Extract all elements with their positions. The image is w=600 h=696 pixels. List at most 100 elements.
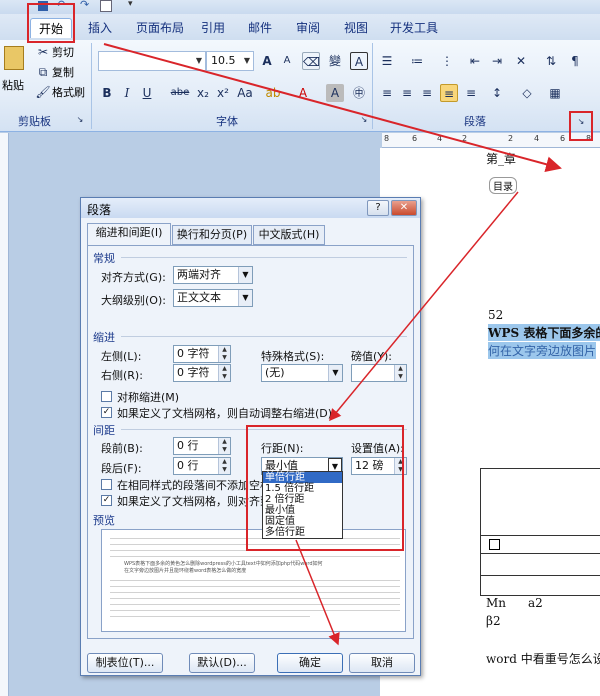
bold-icon[interactable]: B [98,84,116,102]
change-case-icon[interactable]: Aa [234,84,256,102]
alignment-value: 两端对齐 [177,268,221,281]
clipboard-launcher-icon[interactable]: ↘ [74,114,86,126]
left-indent-spinner[interactable]: 0 字符 ▲ ▼ [173,345,231,363]
left-indent-value: 0 字符 [177,347,210,360]
right-indent-label: 右侧(R): [101,369,143,382]
chinese-layout-icon[interactable]: ✕ [512,52,530,70]
font-name-combo[interactable]: ▼ [98,51,206,71]
multilevel-list-icon[interactable]: ⋮ [438,52,456,70]
justify-icon[interactable]: ≡ [440,84,458,102]
clear-format-icon[interactable]: ⌫ [302,52,320,70]
strikethrough-icon[interactable]: abe [168,84,192,102]
spinner-arrows-icon[interactable]: ▲ ▼ [218,458,230,474]
tabs-button[interactable]: 制表位(T)... [87,653,163,673]
format-painter-button[interactable]: 格式刷 [52,83,85,103]
redo-icon[interactable]: ↷ [80,0,89,11]
customize-qat-icon[interactable]: ▾ [128,0,133,9]
tab-page-layout[interactable]: 页面布局 [128,18,192,38]
ruler-tick: 4 [534,134,540,143]
shrink-font-icon[interactable]: A [278,52,296,70]
sort-icon[interactable]: ⇅ [542,52,560,70]
font-size-value: 10.5 [211,54,236,67]
enclose-characters-icon[interactable]: ㊥ [350,84,368,102]
numbering-icon[interactable]: ≔ [408,52,426,70]
left-indent-label: 左侧(L): [101,350,142,363]
indent-by-spinner[interactable]: ▲ ▼ [351,364,407,382]
auto-adjust-indent-checkbox[interactable]: ✓ [101,407,112,418]
snap-to-grid-checkbox[interactable]: ✓ [101,495,112,506]
alignment-select[interactable]: 两端对齐 ▼ [173,266,253,284]
cut-button[interactable]: 剪切 [52,43,74,63]
spinner-arrows-icon[interactable]: ▲ ▼ [218,365,230,381]
superscript-icon[interactable]: x² [214,84,232,102]
spinner-arrows-icon[interactable]: ▲ ▼ [218,438,230,454]
preview-line [110,586,400,587]
special-indent-select[interactable]: (无) ▼ [261,364,343,382]
doc-table-row-line [481,575,600,576]
space-before-spinner[interactable]: 0 行 ▲ ▼ [173,437,231,455]
bullets-icon[interactable]: ☰ [378,52,396,70]
tab-developer[interactable]: 开发工具 [382,18,446,38]
align-left-icon[interactable]: ≡ [378,84,396,102]
increase-indent-icon[interactable]: ⇥ [488,52,506,70]
doc-wps-line: WPS 表格下面多余的 [488,324,600,341]
right-indent-spinner[interactable]: 0 字符 ▲ ▼ [173,364,231,382]
align-right-icon[interactable]: ≡ [418,84,436,102]
tab-line-page-breaks[interactable]: 换行和分页(P) [172,225,252,245]
font-launcher-icon[interactable]: ↘ [358,114,370,126]
doc-toc-field[interactable]: 目录 [489,177,517,194]
space-before-value: 0 行 [177,439,199,452]
section-divider [121,257,407,258]
help-button[interactable]: ? [367,200,389,216]
italic-icon[interactable]: I [118,84,136,102]
cut-icon: ✂ [37,45,49,59]
character-border-icon[interactable]: A [350,52,368,70]
highlight-icon[interactable]: ab [264,84,282,102]
decrease-indent-icon[interactable]: ⇤ [466,52,484,70]
ruler-tick: 6 [412,134,418,143]
set-default-button[interactable]: 默认(D)... [189,653,255,673]
dialog-titlebar[interactable]: 段落 ? ✕ [81,198,420,218]
subscript-icon[interactable]: x₂ [194,84,212,102]
paste-button[interactable]: 粘贴 [2,76,24,96]
tab-insert[interactable]: 插入 [80,18,120,38]
doc-wps-line-2: 何在文字旁边放图片 [488,342,597,359]
borders-icon[interactable]: ▦ [546,84,564,102]
distributed-icon[interactable]: ≡ [462,84,480,102]
tab-asian-typography[interactable]: 中文版式(H) [253,225,325,245]
print-preview-icon[interactable] [100,0,112,12]
no-space-same-style-checkbox[interactable] [101,479,112,490]
tab-mailings[interactable]: 邮件 [240,18,280,38]
chevron-down-icon: ▼ [328,365,342,381]
font-size-combo[interactable]: 10.5 ▼ [206,51,254,71]
outline-level-select[interactable]: 正文文本 ▼ [173,289,253,307]
spinner-arrows-icon[interactable]: ▲ ▼ [218,346,230,362]
align-center-icon[interactable]: ≡ [398,84,416,102]
character-shading-icon[interactable]: A [326,84,344,102]
tab-references[interactable]: 引用 [193,18,233,38]
ruler-tick: 2 [508,134,514,143]
cancel-button[interactable]: 取消 [349,653,415,673]
shading-icon[interactable]: ◇ [518,84,536,102]
tab-indents-spacing[interactable]: 缩进和间距(I) [87,223,171,246]
font-color-icon[interactable]: A [294,84,312,102]
copy-button[interactable]: 复制 [52,63,74,83]
show-marks-icon[interactable]: ¶ [566,52,584,70]
auto-adjust-indent-label: 如果定义了文档网格，则自动调整右缩进(D) [117,407,333,420]
spinner-arrows-icon[interactable]: ▲ ▼ [394,365,406,381]
tab-view[interactable]: 视图 [336,18,376,38]
ribbon-home: 粘贴 ✂ 剪切 ⧉ 复制 🖌 格式刷 剪贴板 ↘ ▼ 10.5 ▼ A A ⌫ 變… [0,40,600,132]
line-spacing-icon[interactable]: ↕ [488,84,506,102]
space-after-spinner[interactable]: 0 行 ▲ ▼ [173,457,231,475]
doc-word-line: word 中看重号怎么设 [486,652,600,666]
tab-review[interactable]: 审阅 [288,18,328,38]
grow-font-icon[interactable]: A [258,52,276,70]
paragraph-group-label: 段落 [464,115,486,128]
ok-button[interactable]: 确定 [277,653,343,673]
special-indent-value: (无) [265,366,285,379]
close-button[interactable]: ✕ [391,200,417,216]
mirror-indents-checkbox[interactable] [101,391,112,402]
phonetic-guide-icon[interactable]: 變 [326,52,344,70]
preview-line [110,556,400,557]
underline-icon[interactable]: U [138,84,156,102]
